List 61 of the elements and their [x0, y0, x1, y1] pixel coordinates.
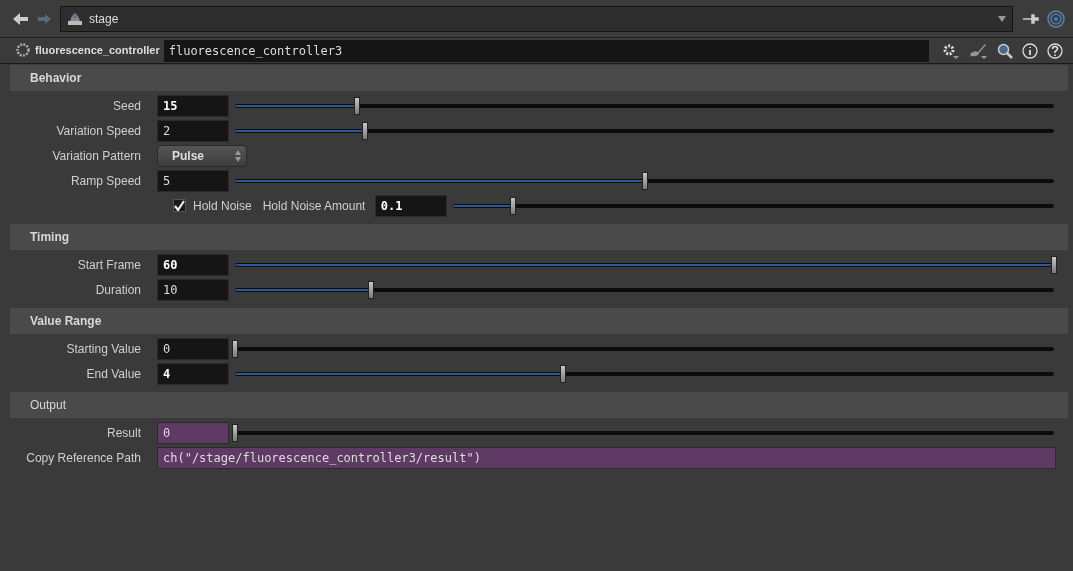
- parameter-label: Result: [107, 425, 141, 440]
- value-field[interactable]: 4: [157, 362, 229, 385]
- pattern-dropdown[interactable]: Pulse: [157, 144, 247, 167]
- parameter-label: Ramp Speed: [70, 173, 141, 188]
- checkbox[interactable]: [173, 199, 186, 212]
- checkbox-label: Hold Noise: [193, 197, 252, 215]
- search-icon[interactable]: [997, 42, 1013, 59]
- value-field[interactable]: 15: [157, 94, 229, 117]
- dropdown-caret-icon[interactable]: [998, 15, 1006, 22]
- value-field[interactable]: 0.1: [374, 194, 447, 217]
- slider-track[interactable]: [235, 280, 1054, 299]
- node-type-label: fluorescence_controller: [35, 43, 160, 59]
- value-field[interactable]: 10: [157, 278, 229, 301]
- stage-icon: [67, 11, 83, 26]
- value-field[interactable]: 5: [157, 169, 229, 192]
- section-header[interactable]: Timing: [10, 224, 1068, 250]
- parameter-label: Variation Pattern: [52, 148, 141, 163]
- slider-track[interactable]: [452, 196, 1054, 215]
- back-arrow-icon[interactable]: [12, 10, 30, 27]
- brush-icon[interactable]: [968, 41, 988, 60]
- slider-track[interactable]: [235, 339, 1054, 358]
- slider-track[interactable]: [235, 364, 1054, 383]
- parameter-label: Copy Reference Path: [26, 450, 141, 465]
- slider-handle[interactable]: [232, 423, 238, 442]
- path-field[interactable]: stage: [60, 5, 1013, 32]
- value-field[interactable]: 2: [157, 119, 229, 142]
- help-icon[interactable]: [1047, 42, 1063, 59]
- slider-handle[interactable]: [509, 196, 516, 215]
- parameter-label: Variation Speed: [56, 123, 141, 138]
- parameter-label: End Value: [86, 366, 141, 381]
- parameter-label: Starting Value: [66, 341, 141, 356]
- slider-handle[interactable]: [362, 121, 369, 140]
- checkmark-icon: [174, 200, 185, 211]
- section-header[interactable]: Value Range: [10, 308, 1068, 334]
- value-field[interactable]: ch("/stage/fluorescence_controller3/result"): [157, 446, 1056, 469]
- info-icon[interactable]: [1022, 42, 1038, 59]
- value-field[interactable]: 60: [157, 253, 229, 276]
- slider-handle[interactable]: [367, 280, 374, 299]
- slider-handle[interactable]: [1051, 255, 1057, 274]
- value-field[interactable]: 0: [157, 421, 229, 444]
- section-header[interactable]: Behavior: [10, 65, 1068, 91]
- slider-track[interactable]: [235, 255, 1054, 274]
- target-icon[interactable]: [1047, 9, 1065, 28]
- slider-handle[interactable]: [559, 364, 566, 383]
- parameter-label: Hold Noise Amount: [262, 197, 367, 215]
- slider-track[interactable]: [235, 423, 1054, 442]
- slider-handle[interactable]: [354, 96, 360, 115]
- path-text: stage: [89, 10, 119, 28]
- slider-handle[interactable]: [641, 171, 648, 190]
- parameter-label: Start Frame: [77, 257, 141, 272]
- slider-track[interactable]: [235, 121, 1054, 140]
- parameter-label: Seed: [112, 98, 141, 113]
- gear-icon[interactable]: [16, 42, 30, 59]
- section-header[interactable]: Output: [10, 392, 1068, 418]
- slider-track[interactable]: [235, 171, 1054, 190]
- spinner-arrows-icon: [234, 148, 242, 163]
- parameter-label: Duration: [95, 282, 141, 297]
- node-name-field[interactable]: fluorescence_controller3: [163, 39, 929, 62]
- slider-handle[interactable]: [232, 339, 238, 358]
- slider-track[interactable]: [235, 96, 1054, 115]
- value-field[interactable]: 0: [157, 337, 229, 360]
